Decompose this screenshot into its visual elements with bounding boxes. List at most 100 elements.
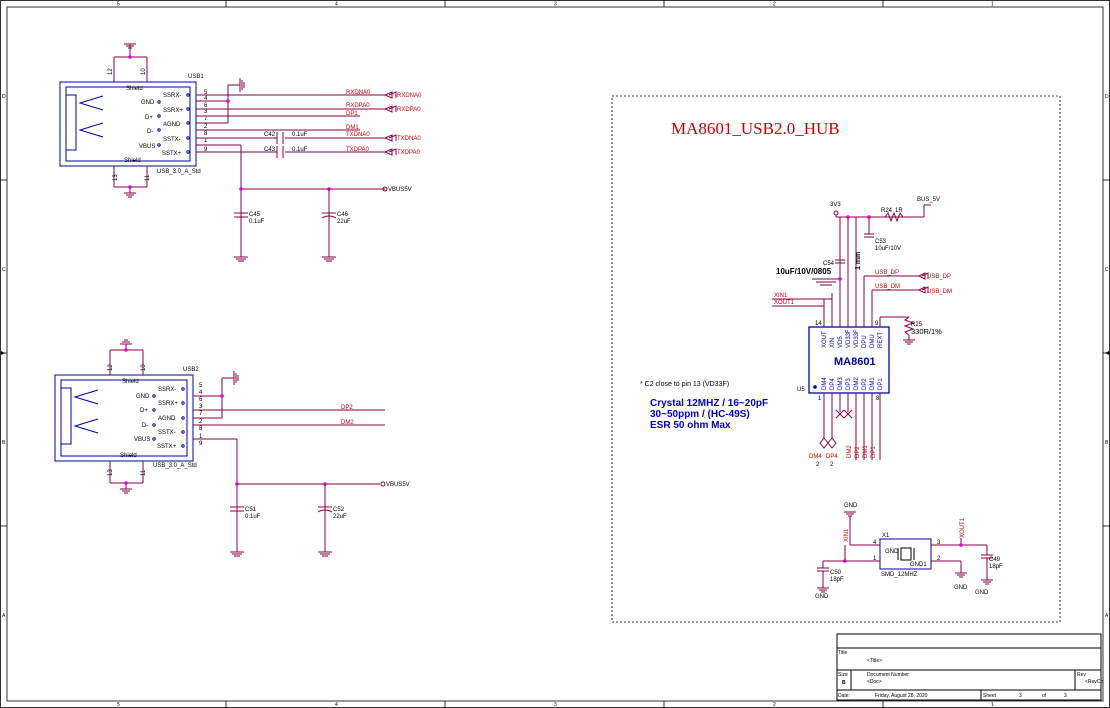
chip-pin-bottom: DM4 [822, 377, 828, 390]
row-label-c: C [2, 267, 6, 273]
frame-ticks [0, 0, 1110, 708]
usb2-pin-name: SSRX- [158, 387, 176, 393]
usb2-shield-pin-13: 13 [108, 469, 114, 476]
tb-sheet-label: Sheet [983, 693, 997, 699]
row-label-b: B [2, 440, 6, 446]
tb-date-value: Friday, August 28, 2020 [875, 693, 928, 699]
x1-pin-gnd1: GND1 [910, 562, 927, 568]
c43-val: 0.1uF [292, 147, 308, 153]
usb1-pin-num: 3 [204, 109, 208, 115]
usb1-pin-name: D- [147, 129, 153, 135]
chip-pin-top: DMU [870, 334, 876, 348]
net-txdpa0: TXDPA0 [346, 147, 370, 153]
c54-val: 10uF/10V/0805 [776, 267, 832, 276]
usb2-shield-bottom-label: Shield [120, 453, 137, 459]
usb2-pin-name: D+ [140, 408, 148, 414]
usb2-pin-num: 7 [199, 411, 203, 417]
usb2-pin-name: VBUS [134, 437, 150, 443]
net-usb-dm: USB_DM [875, 284, 900, 290]
c49-val: 18pF [989, 564, 1003, 570]
net-bottom: DM1 [863, 445, 869, 458]
usb1-pin-num: 1 [204, 138, 208, 144]
usb2-pin-num: 8 [199, 426, 203, 432]
chip-top-pins: XOUT XIN VD5 VD33F VD33F DPU DMU REXT 14… [815, 321, 884, 348]
port-txdna0: TXDNA0 [397, 136, 421, 142]
gnd-top: GND [844, 503, 858, 509]
chip-pin-top: REXT [878, 332, 884, 348]
net-xin1: XIN1 [774, 293, 788, 299]
port-rxdpa0: RXDPA0 [397, 107, 421, 113]
net-txdna0: TXDNA0 [346, 132, 370, 138]
usb1-pin-name: SSTX- [163, 137, 181, 143]
usb1-pin-name: SSTX+ [162, 151, 182, 157]
net-xout1: XOUT1 [774, 300, 795, 306]
col-label-3-bottom: 3 [554, 702, 557, 708]
chip-pin-top: XOUT [822, 331, 828, 348]
usb2-pin-name: SSTX- [158, 430, 176, 436]
net-rxdpa0: RXDPA0 [346, 103, 370, 109]
chip-pin-top: VD33F [854, 329, 860, 348]
outer-frame [0, 0, 1110, 708]
usb2-pin-num: 4 [199, 390, 203, 396]
chip-pin-bottom: DM3 [838, 377, 844, 390]
row-label-d: D [2, 94, 6, 100]
row-label-a-right: A [1105, 613, 1109, 619]
tb-of-label: of [1042, 693, 1047, 699]
c42-val: 0.1uF [292, 132, 308, 138]
net-usb-dp: USB_DP [875, 270, 899, 276]
chip-pin-top: DPU [862, 335, 868, 348]
usb1-shield-pin-13: 13 [113, 174, 119, 181]
row-label-d-right: D [1105, 94, 1109, 100]
net-dp1: DP1 [346, 111, 358, 117]
usb2-net-labels: DP2 DM2 VBUS5V C51 0.1uF C52 22uF [245, 405, 410, 520]
chip-ref: U5 [797, 387, 805, 393]
usb2-ref: USB2 [183, 367, 199, 373]
chip-pin-bottom: DM1 [870, 377, 876, 390]
col-label-4-bottom: 4 [335, 702, 338, 708]
chip-pin-num-1: 1 [818, 396, 822, 402]
usb1-pin-name: SSRX- [163, 93, 181, 99]
usb1-pin-num: 7 [204, 116, 208, 122]
chip-pin-num-9: 9 [875, 321, 879, 327]
c43-ref: C43 [264, 147, 276, 153]
schematic-canvas: .w { stroke:#8a0045; stroke-width:1; fil… [0, 0, 1110, 708]
chip-pin-bottom: DP3 [846, 378, 852, 390]
net-3v3: 3V3 [830, 202, 841, 208]
chip-pin-top: VD5 [838, 336, 844, 348]
usb1-pin-name: AGND [163, 122, 181, 128]
col-label-1: 1 [991, 2, 994, 8]
net-dp4: DP4 [826, 454, 838, 460]
usb2-pin-name: AGND [158, 416, 176, 422]
usb2-pin-name: SSRX+ [158, 401, 178, 407]
usb2-part: USB_3.0_A_Std [153, 463, 197, 469]
usb1-pin-name: D+ [145, 115, 153, 121]
usb2-shield-pin-11: 11 [141, 469, 147, 476]
crystal-net-xin: XIN1 [844, 528, 850, 542]
chip-name: MA8601 [834, 356, 876, 368]
row-label-a: A [2, 613, 6, 619]
usb1-pin-name: SSRX+ [163, 108, 183, 114]
tb-sheet-num: 3 [1019, 693, 1022, 699]
title-block-text: Title <Title> Size B Document Number <Do… [838, 650, 1103, 699]
tb-date-label: Date: [838, 693, 850, 699]
usb1-pin-name: GND [141, 100, 155, 106]
usb2-shield-pin-10: 10 [141, 364, 147, 371]
usb2-pin-num: 5 [199, 383, 203, 389]
col-label-1-bottom: 1 [991, 702, 994, 708]
port-usb-dm: USB_DM [927, 289, 952, 295]
c46-val: 22uF [337, 219, 351, 225]
net-dm2: DM2 [341, 420, 354, 426]
usb1-pin-num: 8 [204, 131, 208, 137]
crystal-note-1: Crystal 12MHZ / 16~20pF [650, 398, 768, 409]
col-label-3: 3 [554, 2, 557, 8]
usb1-shield-top-label: Shield [126, 86, 143, 92]
tb-title-label: Title [838, 650, 847, 656]
tb-title-value: <Title> [867, 658, 882, 664]
usb2-pin-num: 9 [199, 441, 203, 447]
chip-pin-bottom: DM2 [854, 377, 860, 390]
crystal-labels: GND XIN1 XOUT1 X1 GND GND1 SMD_12MHZ 4 3… [815, 503, 1003, 600]
col-label-5: 5 [117, 2, 120, 8]
tb-size-label: Size [838, 672, 848, 678]
usb1-net-labels: RXDNA0 RXDPA0 DP1 DM1 TXDNA0 TXDPA0 RXDN… [249, 90, 422, 225]
row-label-c-right: C [1105, 267, 1109, 273]
